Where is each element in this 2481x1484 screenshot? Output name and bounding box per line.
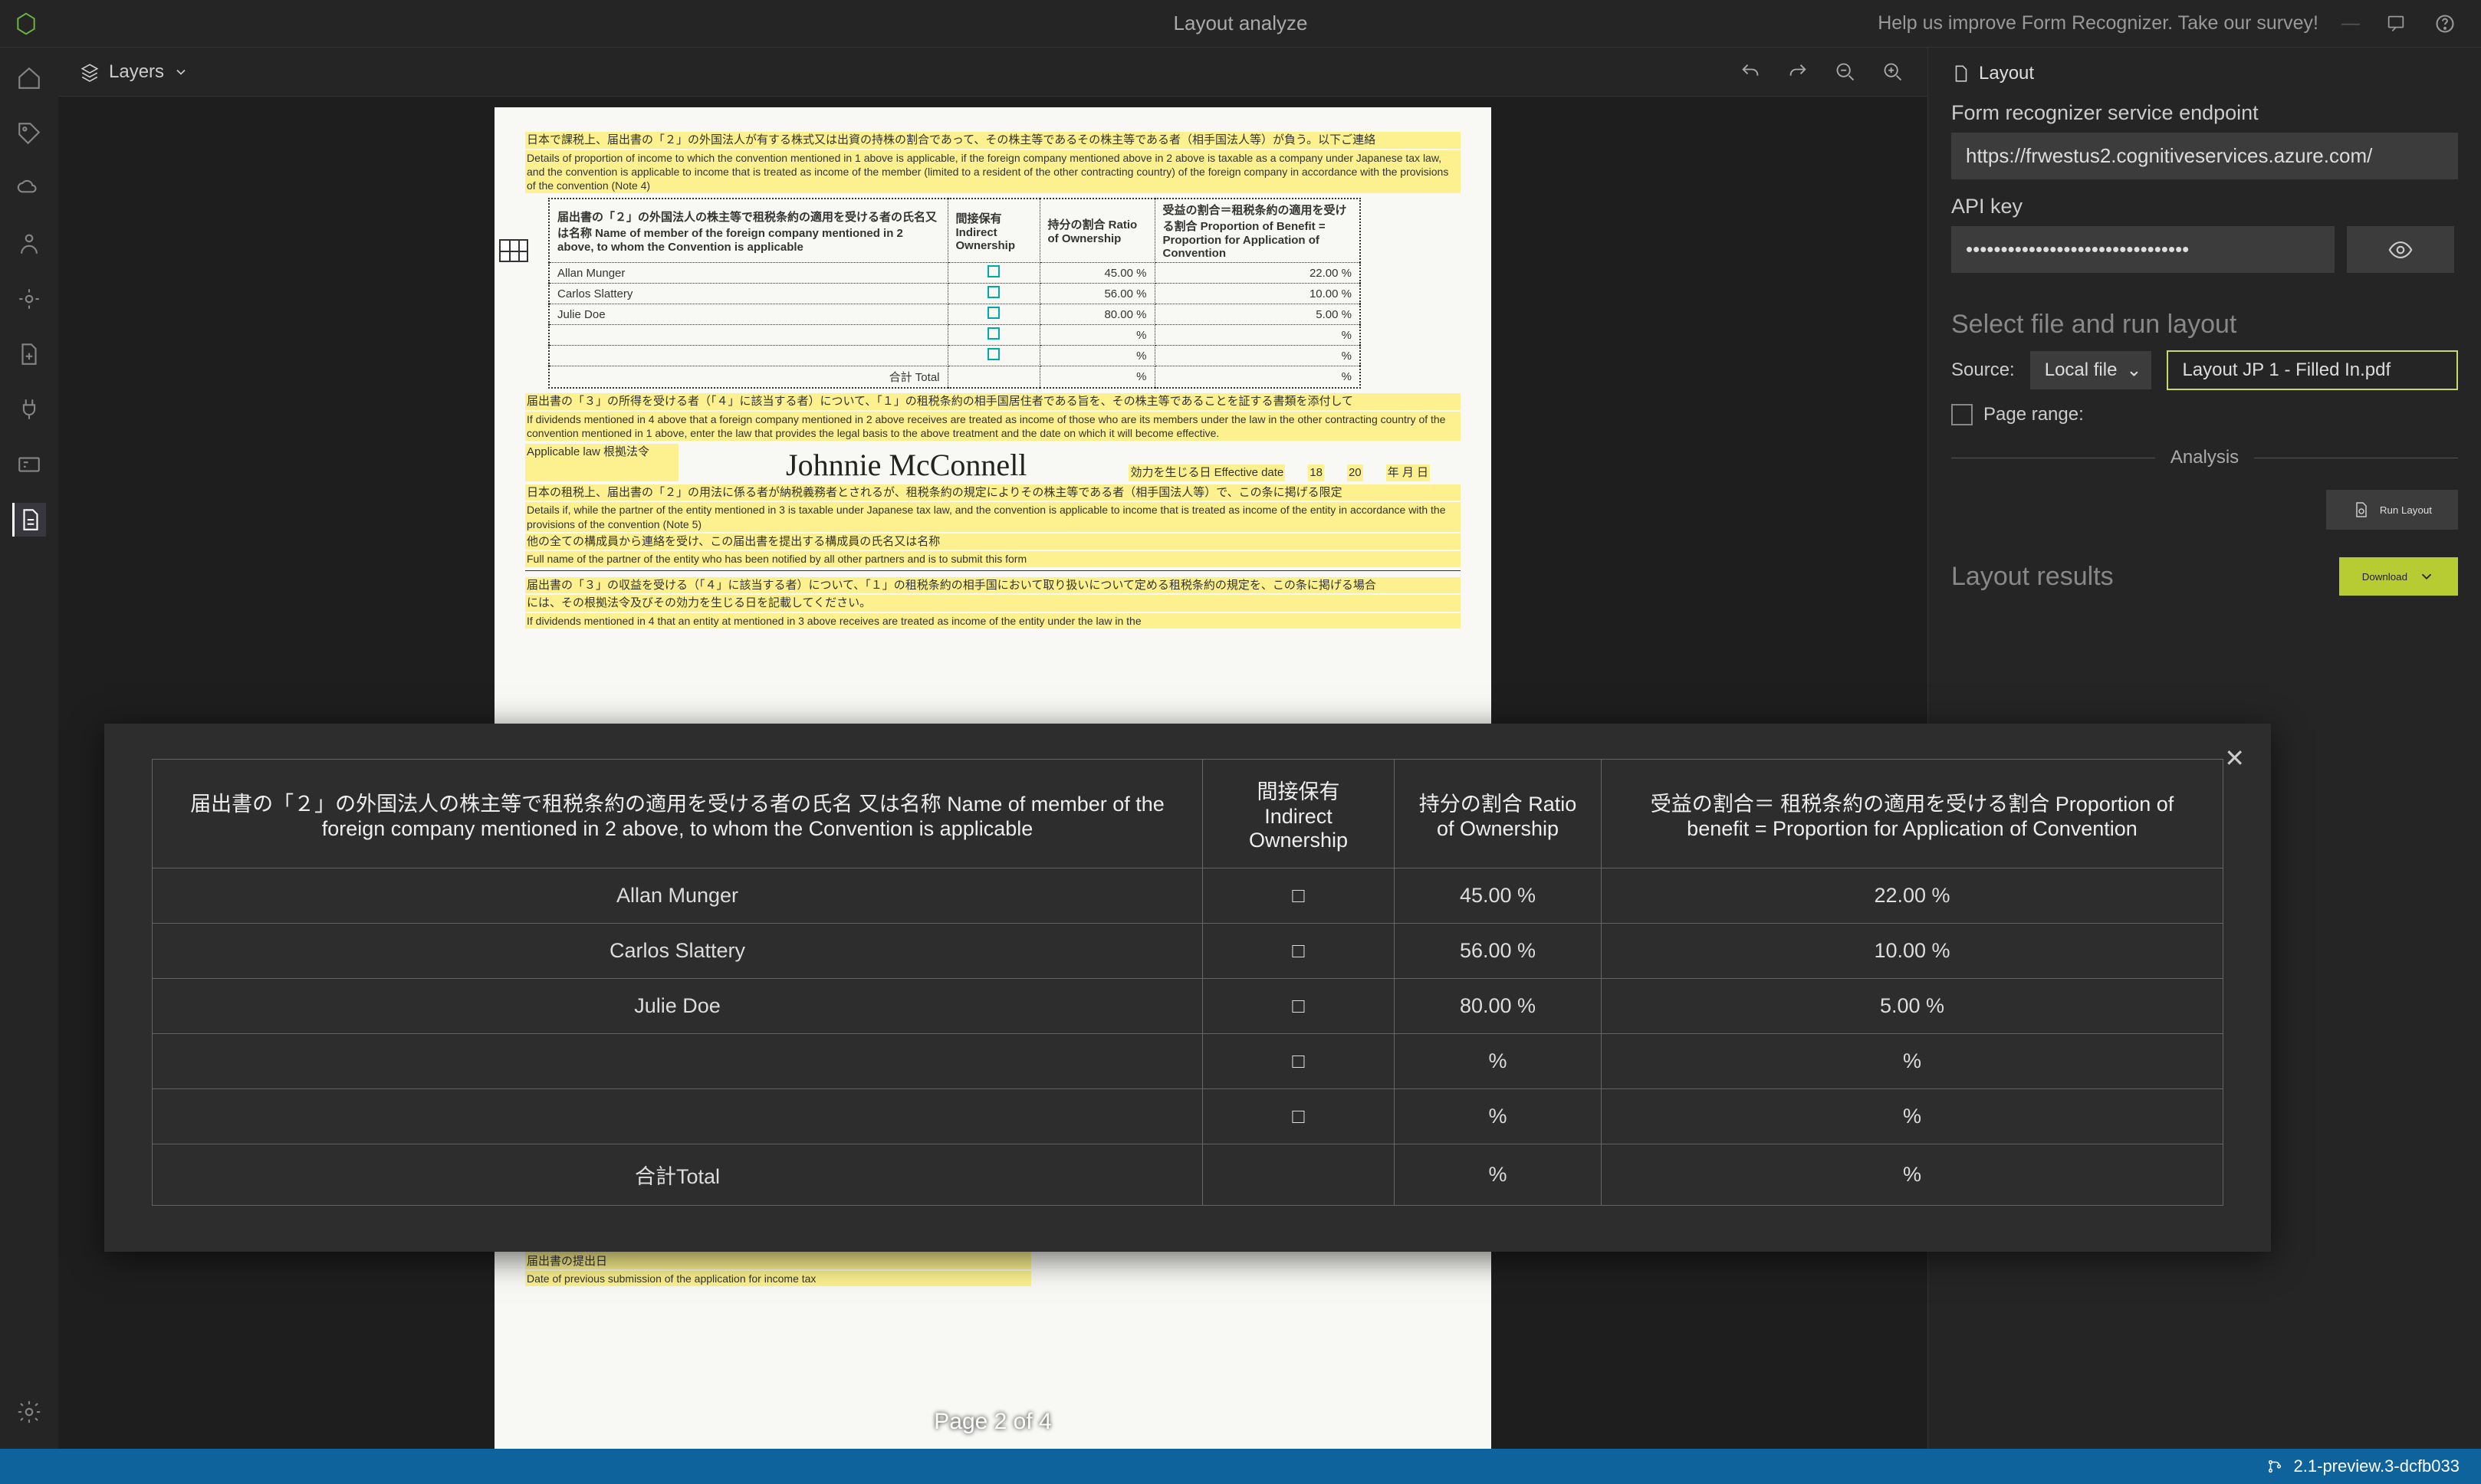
table-row: □%%: [153, 1034, 2223, 1089]
statusbar: 2.1-preview.3-dcfb033: [0, 1449, 2481, 1484]
table-row: Allan Munger45.00 %22.00 %: [549, 263, 1360, 284]
table-row: %%: [549, 325, 1360, 346]
app-title: Layout analyze: [1174, 11, 1308, 35]
eye-icon: [2387, 237, 2414, 263]
table-preview-modal: ✕ 届出書の「２」の外国法人の株主等で租税条約の適用を受ける者の氏名 又は名称 …: [104, 724, 2271, 1252]
home-tool[interactable]: [12, 61, 46, 95]
apikey-input[interactable]: [1951, 226, 2335, 273]
undo-button[interactable]: [1737, 59, 1763, 85]
table-row: □%%: [153, 1089, 2223, 1144]
panel-header: Layout: [1928, 48, 2481, 94]
source-label: Source:: [1951, 360, 2015, 381]
chevron-down-icon: ⌄: [2126, 360, 2141, 382]
table-row: Julie Doe□80.00 %5.00 %: [153, 979, 2223, 1034]
table-row: 合計Total%%: [153, 1144, 2223, 1206]
app-logo: [14, 11, 38, 36]
layout-icon: [1951, 64, 1971, 84]
feedback-icon[interactable]: [2383, 11, 2409, 37]
redo-button[interactable]: [1785, 59, 1811, 85]
page-range-checkbox[interactable]: [1951, 404, 1973, 425]
apikey-label: API key: [1951, 195, 2458, 218]
titlebar: Layout analyze Help us improve Form Reco…: [0, 0, 2481, 48]
endpoint-label: Form recognizer service endpoint: [1951, 101, 2458, 125]
layout-results-heading: Layout results: [1951, 562, 2114, 592]
page-range-label: Page range:: [1983, 404, 2084, 425]
layout-tool[interactable]: [12, 503, 46, 537]
layers-dropdown[interactable]: Layers: [80, 61, 189, 83]
page-indicator: Page 2 of 4: [934, 1409, 1051, 1435]
compose-tool[interactable]: [12, 282, 46, 316]
help-icon[interactable]: [2432, 11, 2458, 37]
table-header: 届出書の「２」の外国法人の株主等で租税条約の適用を受ける者の氏名 又は名称 Na…: [153, 760, 1203, 868]
table-row: Allan Munger□45.00 %22.00 %: [153, 868, 2223, 924]
table-header: 受益の割合＝ 租税条約の適用を受ける割合 Proportion of benef…: [1602, 760, 2223, 868]
doc-form-table: 届出書の「２」の外国法人の株主等で租税条約の適用を受ける者の氏名又は名称 Nam…: [548, 198, 1361, 389]
close-modal-button[interactable]: ✕: [2224, 744, 2245, 773]
text-tool[interactable]: [12, 448, 46, 481]
zoom-in-button[interactable]: [1880, 59, 1906, 85]
layers-label: Layers: [109, 61, 164, 83]
plug-tool[interactable]: [12, 392, 46, 426]
panel-title: Layout: [1979, 63, 2034, 84]
table-row: %%: [549, 346, 1360, 366]
select-file-heading: Select file and run layout: [1951, 310, 2458, 340]
analysis-divider-label: Analysis: [2155, 447, 2254, 468]
table-row: Carlos Slattery□56.00 %10.00 %: [153, 924, 2223, 979]
table-marker-icon[interactable]: [499, 239, 528, 262]
survey-link[interactable]: Help us improve Form Recognizer. Take ou…: [1878, 12, 2318, 34]
person-tool[interactable]: [12, 227, 46, 261]
extracted-table: 届出書の「２」の外国法人の株主等で租税条約の適用を受ける者の氏名 又は名称 Na…: [152, 759, 2223, 1206]
table-row: Julie Doe80.00 %5.00 %: [549, 304, 1360, 325]
chevron-down-icon: [2418, 568, 2435, 585]
run-icon: [2352, 501, 2371, 519]
run-layout-button[interactable]: Run Layout: [2326, 490, 2458, 530]
endpoint-input[interactable]: [1951, 133, 2458, 179]
branch-icon: [2266, 1458, 2283, 1475]
version-label: 2.1-preview.3-dcfb033: [2294, 1456, 2460, 1476]
source-select[interactable]: Local file ⌄: [2030, 351, 2152, 389]
settings-tool[interactable]: [12, 1395, 46, 1429]
signature: Johnnie McConnell: [679, 442, 1027, 483]
sidebar: [0, 48, 58, 1449]
chevron-down-icon: [173, 64, 189, 80]
cloud-tool[interactable]: [12, 172, 46, 205]
canvas-toolbar: Layers: [58, 48, 1927, 97]
table-row: Carlos Slattery56.00 %10.00 %: [549, 284, 1360, 304]
tag-tool[interactable]: [12, 117, 46, 150]
zoom-out-button[interactable]: [1832, 59, 1858, 85]
table-header: 間接保有 Indirect Ownership: [1203, 760, 1395, 868]
reveal-apikey-button[interactable]: [2347, 226, 2454, 273]
download-button[interactable]: Download: [2339, 557, 2458, 596]
file-name-display[interactable]: Layout JP 1 - Filled In.pdf: [2167, 350, 2458, 390]
file-add-tool[interactable]: [12, 337, 46, 371]
table-header: 持分の割合 Ratio of Ownership: [1395, 760, 1602, 868]
table-row: 合計 Total%%: [549, 366, 1360, 389]
